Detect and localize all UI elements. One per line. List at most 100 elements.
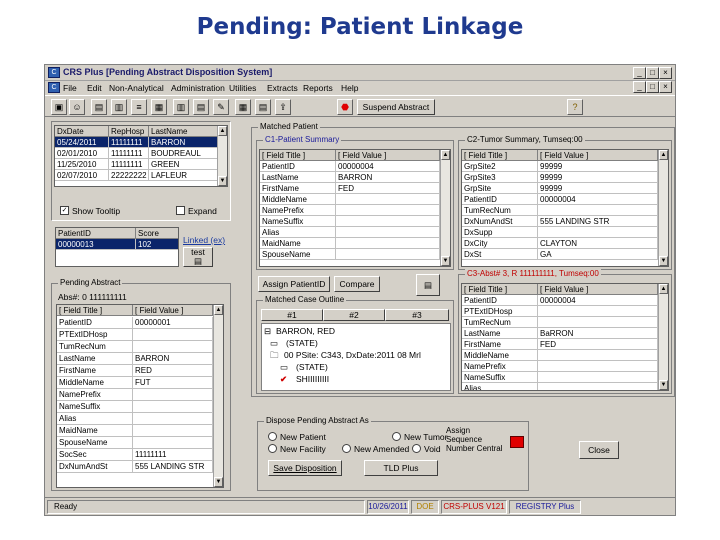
column-header[interactable]: LastName xyxy=(149,126,219,137)
radio-void[interactable] xyxy=(412,444,421,453)
expand-checkbox[interactable] xyxy=(176,206,185,215)
radio-new-tumor[interactable] xyxy=(392,432,401,441)
table-row[interactable]: TumRecNum xyxy=(462,205,658,216)
table-row[interactable]: NameSuffix xyxy=(260,216,440,227)
document-icon[interactable]: ▤ xyxy=(91,99,107,115)
table-row[interactable]: MiddleName FUT xyxy=(57,377,213,389)
table-row[interactable]: DxSt GA xyxy=(462,249,658,260)
chart-icon[interactable]: ▦ xyxy=(151,99,167,115)
table-row[interactable]: PatientID 00000004 xyxy=(462,194,658,205)
menu-file[interactable]: File xyxy=(63,83,77,93)
save-disposition-button[interactable]: Save Disposition xyxy=(268,460,342,476)
show-tooltip-checkbox[interactable]: ✓ xyxy=(60,206,69,215)
table-row[interactable]: PatientID 00000004 xyxy=(462,295,658,306)
table-row[interactable]: SpouseName xyxy=(57,437,213,449)
scroll-down-icon[interactable]: ▼ xyxy=(659,256,668,266)
menu-edit[interactable]: Edit xyxy=(87,83,102,93)
table-row[interactable]: 11/25/2010 11111111 GREEN xyxy=(55,159,219,170)
table-row[interactable]: DxCity CLAYTON xyxy=(462,238,658,249)
scroll-up-icon[interactable]: ▲ xyxy=(659,150,668,160)
pending-abstract-scrollbar[interactable]: ▲ ▼ xyxy=(213,305,223,487)
column-header[interactable]: [ Field Value ] xyxy=(336,150,440,161)
stop-icon[interactable]: ⬣ xyxy=(337,99,353,115)
close-window-button[interactable]: × xyxy=(659,67,672,79)
table-row[interactable]: PTExtIDHosp xyxy=(462,306,658,317)
tab-3[interactable]: #3 xyxy=(385,309,449,321)
table-row[interactable]: DxNumAndSt 555 LANDING STR xyxy=(57,461,213,473)
red-indicator[interactable] xyxy=(510,436,524,448)
minimize-button[interactable]: _ xyxy=(633,67,646,79)
suspend-abstract-button[interactable]: Suspend Abstract xyxy=(357,99,435,115)
export-icon[interactable]: ⇪ xyxy=(275,99,291,115)
assign-patientid-button[interactable]: Assign PatientID xyxy=(258,276,330,292)
column-header[interactable]: [ Field Title ] xyxy=(57,305,133,316)
list-icon[interactable]: ≡ xyxy=(131,99,147,115)
table-row[interactable]: GrpSite3 99999 xyxy=(462,172,658,183)
table-row[interactable]: Alias xyxy=(462,383,658,390)
tld-plus-button[interactable]: TLD Plus xyxy=(364,460,438,476)
table-row[interactable]: 02/01/2010 11111111 BOUDREAUL xyxy=(55,148,219,159)
table-row[interactable]: 05/24/2011 11111111 BARRON xyxy=(55,137,219,148)
c2-grid[interactable]: [ Field Title ][ Field Value ] GrpSite2 99… xyxy=(461,149,669,267)
table-row[interactable]: Alias xyxy=(57,413,213,425)
column-header[interactable]: PatientID xyxy=(56,228,136,239)
column-header[interactable]: [ Field Title ] xyxy=(260,150,336,161)
table-row[interactable]: DxNumAndSt 555 LANDING STR xyxy=(462,216,658,227)
column-header[interactable]: [ Field Title ] xyxy=(462,150,538,161)
c3-scrollbar[interactable]: ▲ ▼ xyxy=(658,284,668,390)
scroll-up-icon[interactable]: ▲ xyxy=(441,150,450,160)
scroll-down-icon[interactable]: ▼ xyxy=(214,477,223,487)
table-row[interactable]: NameSuffix xyxy=(462,372,658,383)
column-header[interactable]: [ Field Value ] xyxy=(538,284,658,295)
scroll-down-icon[interactable]: ▼ xyxy=(441,256,450,266)
scroll-up-icon[interactable]: ▲ xyxy=(659,284,668,294)
column-header[interactable]: [ Field Title ] xyxy=(462,284,538,295)
radio-new-patient[interactable] xyxy=(268,432,277,441)
scroll-down-icon[interactable]: ▼ xyxy=(218,176,227,186)
table-row[interactable]: Alias xyxy=(260,227,440,238)
edit-icon[interactable]: ✎ xyxy=(213,99,229,115)
table-row[interactable]: PatientID 00000004 xyxy=(260,161,440,172)
table-row[interactable]: NamePrefix xyxy=(260,205,440,216)
menu-non-analytical[interactable]: Non-Analytical xyxy=(109,83,164,93)
column-header[interactable]: Score xyxy=(136,228,178,239)
table-row[interactable]: TumRecNum xyxy=(57,341,213,353)
table-row[interactable]: LastName BARRON xyxy=(260,172,440,183)
table-row[interactable]: FirstName RED xyxy=(57,365,213,377)
tree-node-abstract[interactable]: SHIIIIIIIII xyxy=(296,374,329,384)
tab-1[interactable]: #1 xyxy=(261,309,323,321)
column-header[interactable]: DxDate xyxy=(55,126,109,137)
table-row[interactable]: MaidName xyxy=(57,425,213,437)
table-row[interactable]: LastName BaRRON xyxy=(462,328,658,339)
table-row[interactable]: DxSupp xyxy=(462,227,658,238)
menu-administration[interactable]: Administration xyxy=(171,83,225,93)
close-button[interactable]: Close xyxy=(579,441,619,459)
menu-utilities[interactable]: Utilities xyxy=(229,83,256,93)
outline-tree[interactable]: ⊟ BARRON, RED ▭ (STATE) 🗀 00 PSite: C343… xyxy=(261,323,451,391)
mdi-maximize-button[interactable]: □ xyxy=(646,81,659,93)
user-icon[interactable]: ☺ xyxy=(69,99,85,115)
table-row[interactable]: SpouseName xyxy=(260,249,440,260)
table-icon[interactable]: ▤ xyxy=(255,99,271,115)
patient-id-grid[interactable]: PatientID Score 00000013 102 xyxy=(55,227,179,267)
mdi-close-button[interactable]: × xyxy=(659,81,672,93)
tab-2[interactable]: #2 xyxy=(323,309,385,321)
table-row[interactable]: PTExtIDHosp xyxy=(57,329,213,341)
report-icon[interactable]: ▤ xyxy=(416,274,440,296)
table-row[interactable]: GrpSite2 99999 xyxy=(462,161,658,172)
grid-icon[interactable]: ▦ xyxy=(235,99,251,115)
table-row[interactable]: MaidName xyxy=(260,238,440,249)
table-row[interactable]: SocSec 11111111 xyxy=(57,449,213,461)
pending-abstract-grid[interactable]: [ Field Title ][ Field Value ] PatientID 0… xyxy=(56,304,224,488)
records-icon[interactable]: ▥ xyxy=(111,99,127,115)
c2-scrollbar[interactable]: ▲ ▼ xyxy=(658,150,668,266)
table-row[interactable]: FirstName FED xyxy=(260,183,440,194)
radio-new-amended[interactable] xyxy=(342,444,351,453)
table-row[interactable]: TumRecNum xyxy=(462,317,658,328)
tree-node-state[interactable]: (STATE) xyxy=(286,338,318,348)
table-row[interactable]: NameSuffix xyxy=(57,401,213,413)
c1-scrollbar[interactable]: ▲ ▼ xyxy=(440,150,450,266)
column-header[interactable]: RepHosp xyxy=(109,126,149,137)
column-header[interactable]: [ Field Value ] xyxy=(133,305,213,316)
radio-new-facility[interactable] xyxy=(268,444,277,453)
